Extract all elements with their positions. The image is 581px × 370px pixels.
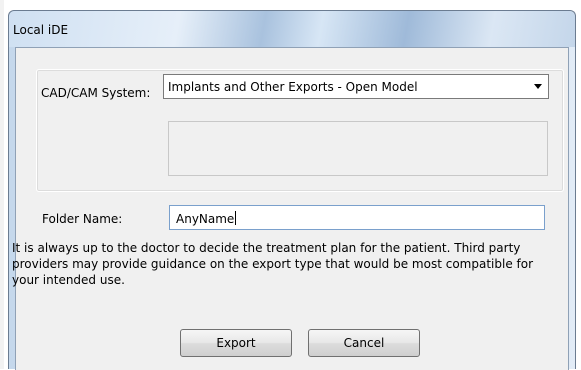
cancel-button[interactable]: Cancel — [308, 329, 420, 357]
chevron-down-icon[interactable] — [534, 84, 542, 89]
cad-cam-options-list[interactable] — [168, 121, 548, 176]
folder-name-input[interactable]: AnyName — [169, 205, 545, 230]
disclaimer-text: It is always up to the doctor to decide … — [12, 241, 534, 287]
folder-name-label: Folder Name: — [42, 212, 123, 226]
dialog-window: Local iDE — [8, 10, 576, 370]
export-button[interactable]: Export — [180, 329, 292, 357]
background-edge — [0, 0, 4, 369]
cad-cam-select[interactable]: Implants and Other Exports - Open Model — [163, 74, 549, 99]
cad-cam-label: CAD/CAM System: — [41, 86, 151, 100]
folder-name-value: AnyName — [176, 212, 235, 226]
title-bar[interactable]: Local iDE — [9, 11, 575, 47]
cad-cam-selected-value: Implants and Other Exports - Open Model — [168, 80, 418, 94]
text-caret — [235, 211, 237, 225]
window-title: Local iDE — [13, 23, 69, 37]
